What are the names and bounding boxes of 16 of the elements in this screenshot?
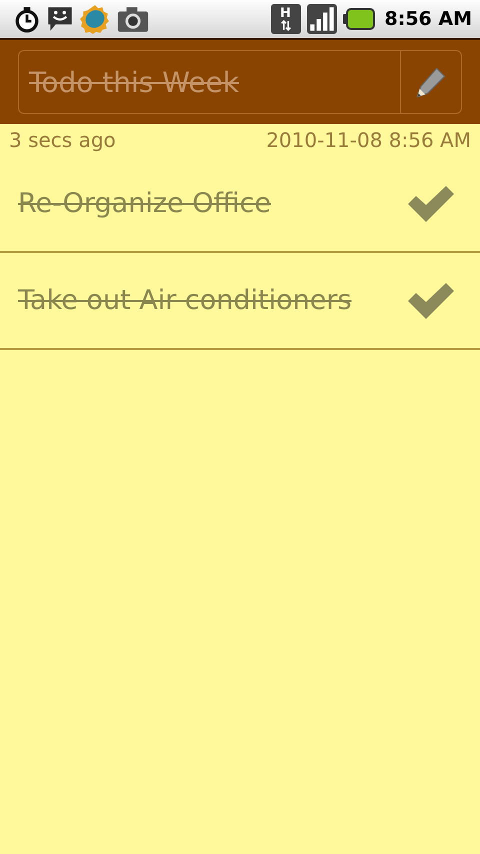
checkmark-icon [408, 282, 454, 318]
clock-time: 8:56 AM [384, 8, 472, 30]
todo-item[interactable]: Take out Air conditioners [0, 253, 480, 350]
edit-button[interactable] [400, 50, 462, 114]
stopwatch-icon [14, 5, 40, 33]
camera-icon [116, 5, 150, 33]
sun-badge-icon [80, 4, 110, 34]
title-field[interactable]: Todo this Week [18, 50, 400, 114]
pencil-icon [414, 65, 448, 99]
signal-icon [306, 4, 336, 34]
checkmark-icon [408, 186, 454, 222]
battery-icon [342, 8, 374, 30]
updated-label: 3 secs ago [9, 128, 116, 154]
network-type-icon: H [270, 4, 300, 34]
todo-item[interactable]: Re-Organize Office [0, 156, 480, 253]
timestamp-label: 2010-11-08 8:56 AM [266, 128, 471, 154]
